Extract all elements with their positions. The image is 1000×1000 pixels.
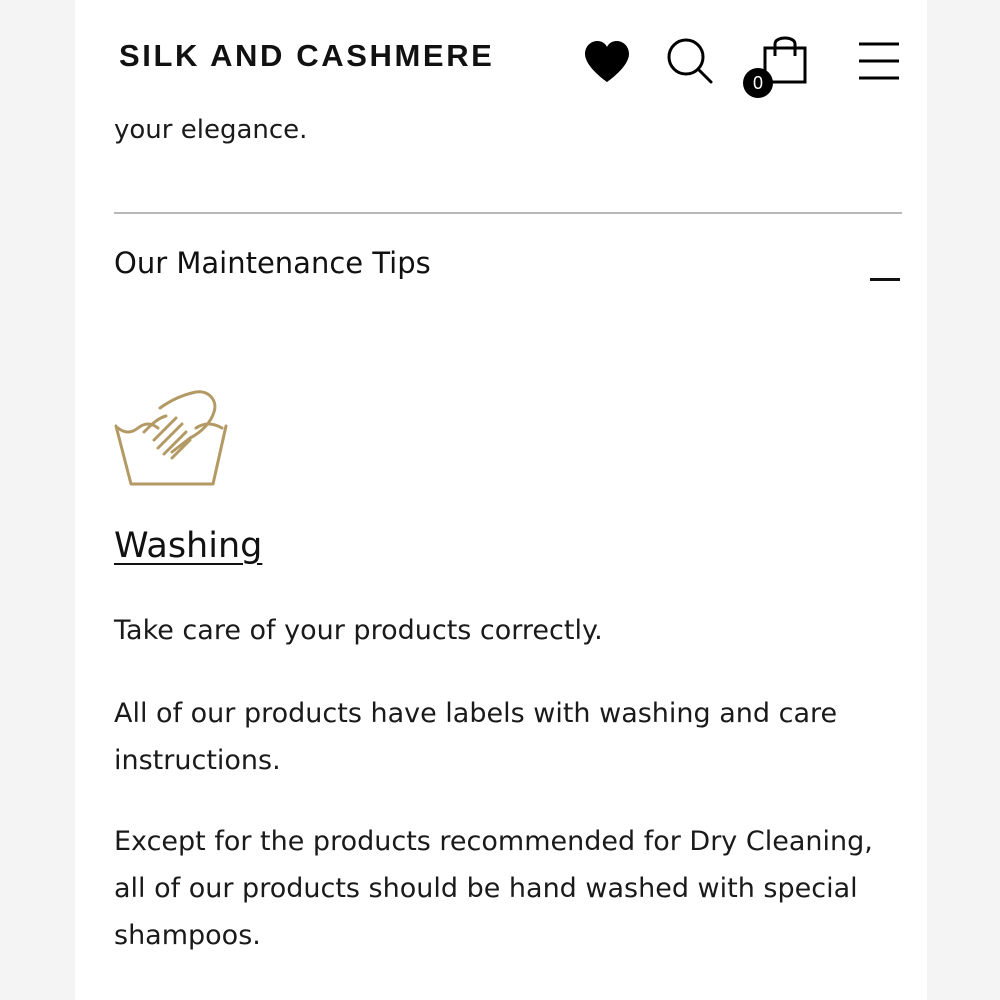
washing-section-title: Washing [114, 526, 263, 566]
screen: SILK AND CASHMERE 0 your elegance. Our M… [0, 0, 1000, 1000]
search-icon[interactable] [665, 36, 715, 86]
cart-count-badge: 0 [743, 68, 773, 98]
section-divider [114, 212, 902, 214]
washing-paragraph-1: Take care of your products correctly. [114, 615, 603, 646]
washing-paragraph-2: All of our products have labels with was… [114, 698, 838, 776]
hand-wash-icon [114, 388, 228, 490]
heart-icon[interactable] [583, 40, 631, 84]
accordion-title: Our Maintenance Tips [114, 246, 431, 280]
site-header: SILK AND CASHMERE 0 [75, 0, 927, 110]
hamburger-menu-icon[interactable] [855, 40, 903, 82]
minus-icon[interactable] [870, 278, 900, 281]
washing-paragraph-3: Except for the products recommended for … [114, 826, 873, 951]
shopping-bag-icon[interactable]: 0 [743, 34, 811, 98]
intro-paragraph-tail: your elegance. [114, 115, 308, 145]
page: SILK AND CASHMERE 0 your elegance. Our M… [75, 0, 927, 1000]
brand-logo[interactable]: SILK AND CASHMERE [119, 38, 494, 74]
accordion-maintenance-tips-toggle[interactable]: Our Maintenance Tips [114, 240, 902, 300]
